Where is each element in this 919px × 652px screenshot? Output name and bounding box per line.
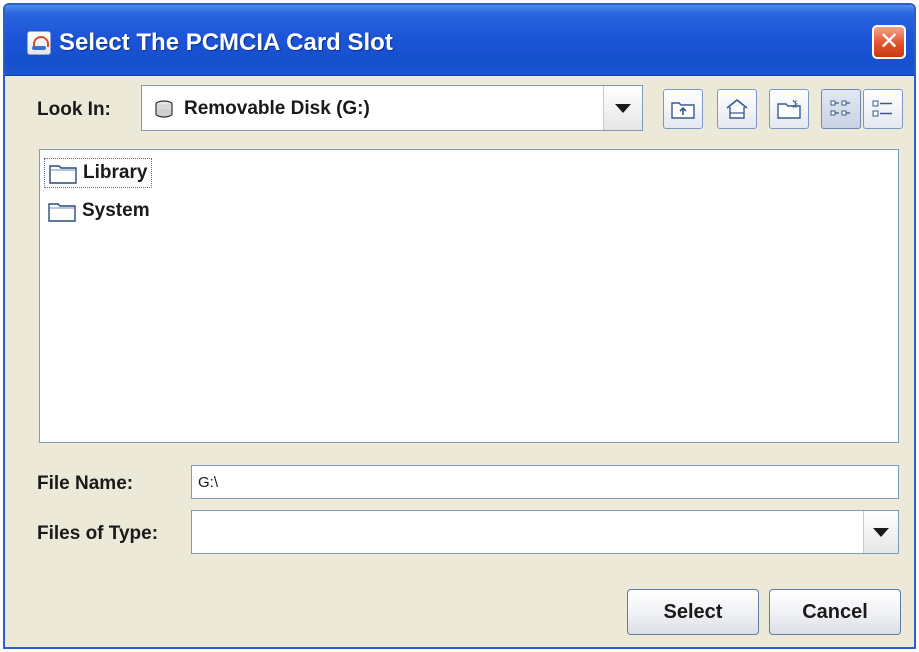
files-of-type-combo[interactable] xyxy=(191,510,899,554)
look-in-value: Removable Disk (G:) xyxy=(184,98,370,119)
chevron-down-icon xyxy=(615,103,631,113)
chevron-down-icon xyxy=(873,527,889,537)
file-list[interactable]: Library System xyxy=(39,149,899,443)
look-in-label: Look In: xyxy=(37,99,111,120)
list-view-button[interactable] xyxy=(821,89,861,129)
file-name-label: File Name: xyxy=(37,473,134,494)
files-of-type-label: Files of Type: xyxy=(37,523,159,544)
home-button[interactable] xyxy=(717,89,757,129)
folder-up-icon xyxy=(671,102,695,119)
window-title: Select The PCMCIA Card Slot xyxy=(59,29,393,56)
file-chooser-dialog: Select The PCMCIA Card Slot ✕ Look In: R… xyxy=(3,3,916,649)
home-icon xyxy=(726,98,748,119)
file-name-input[interactable] xyxy=(191,465,899,499)
select-button[interactable]: Select xyxy=(627,589,759,635)
title-bar[interactable]: Select The PCMCIA Card Slot ✕ xyxy=(5,5,914,76)
file-name-label: System xyxy=(82,200,150,221)
look-in-combo[interactable]: Removable Disk (G:) xyxy=(141,85,643,131)
list-item[interactable]: System xyxy=(44,196,154,226)
list-item[interactable]: Library xyxy=(44,158,153,188)
cancel-button[interactable]: Cancel xyxy=(769,589,901,635)
look-in-dropdown-button[interactable] xyxy=(603,86,642,130)
folder-icon xyxy=(48,203,76,222)
close-button[interactable]: ✕ xyxy=(872,25,906,59)
up-one-level-button[interactable] xyxy=(663,89,703,129)
new-folder-button[interactable] xyxy=(769,89,809,129)
details-view-button[interactable] xyxy=(863,89,903,129)
file-name-label: Library xyxy=(83,162,148,183)
disk-icon xyxy=(155,100,173,118)
java-app-icon xyxy=(27,31,51,55)
close-icon: ✕ xyxy=(878,28,900,55)
folder-icon xyxy=(49,165,77,184)
files-of-type-dropdown-button[interactable] xyxy=(863,511,898,553)
new-folder-icon xyxy=(777,99,801,119)
list-view-icon xyxy=(830,100,850,116)
details-view-icon xyxy=(872,100,892,117)
